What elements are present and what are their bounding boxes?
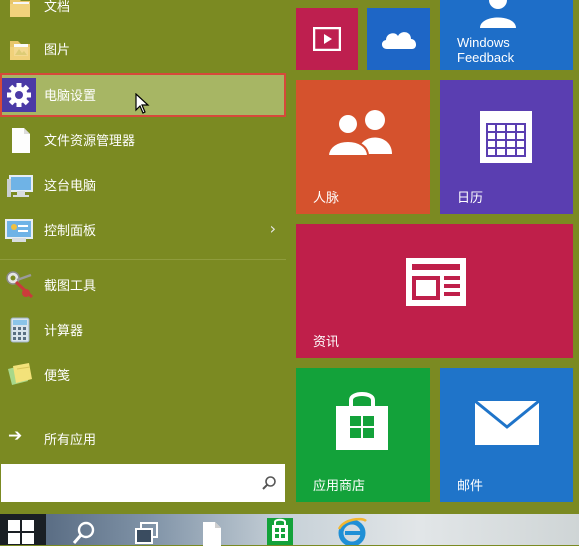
start-button[interactable]	[0, 514, 46, 545]
chevron-right-icon[interactable]: ›	[270, 219, 276, 238]
task-view-button[interactable]	[124, 515, 170, 545]
tile-label: 日历	[457, 191, 484, 206]
calculator-icon	[10, 317, 30, 343]
cloud-icon	[381, 32, 417, 49]
search-input[interactable]	[7, 472, 251, 496]
menu-item-file-explorer[interactable]: 文件资源管理器	[0, 118, 286, 162]
sticky-notes-icon	[8, 363, 32, 385]
computer-icon	[7, 175, 33, 197]
documents-folder-icon	[10, 0, 30, 17]
all-apps-button[interactable]: ➔ 所有应用	[0, 420, 286, 456]
tile-label: Windows Feedback	[457, 35, 514, 65]
menu-item-label: 截图工具	[44, 279, 97, 294]
pictures-folder-icon	[10, 41, 30, 60]
tile-calendar[interactable]: 日历	[440, 80, 573, 214]
menu-item-label: 图片	[44, 43, 71, 58]
tile-store[interactable]: 应用商店	[296, 368, 430, 502]
menu-item-label: 这台电脑	[44, 179, 97, 194]
search-box[interactable]	[1, 464, 285, 502]
menu-item-pictures[interactable]: 图片	[0, 27, 286, 71]
file-explorer-button[interactable]	[190, 515, 236, 546]
menu-item-documents[interactable]: 文档	[0, 0, 286, 28]
tile-label: 人脉	[313, 191, 340, 206]
gear-icon	[2, 78, 36, 112]
menu-item-this-pc[interactable]: 这台电脑	[0, 163, 286, 207]
menu-item-sticky-notes[interactable]: 便笺	[0, 353, 286, 397]
arrow-right-icon: ➔	[8, 426, 23, 446]
menu-item-calculator[interactable]: 计算器	[0, 308, 286, 352]
scissors-icon	[6, 271, 34, 299]
tile-video[interactable]	[296, 8, 358, 70]
video-icon	[313, 27, 341, 51]
store-button[interactable]	[258, 515, 304, 545]
menu-item-label: 便笺	[44, 369, 71, 384]
feedback-person-icon	[480, 0, 516, 28]
all-apps-label: 所有应用	[44, 433, 97, 448]
divider	[0, 259, 286, 260]
ie-icon	[337, 517, 367, 545]
tile-label-line1: Windows	[457, 35, 510, 50]
tile-onedrive[interactable]	[367, 8, 430, 70]
task-view-icon	[135, 522, 158, 544]
menu-item-snipping-tool[interactable]: 截图工具	[0, 263, 286, 307]
taskbar-search-button[interactable]	[62, 515, 108, 545]
windows-logo-icon	[8, 520, 34, 544]
search-icon[interactable]	[261, 475, 277, 491]
tile-mail[interactable]: 邮件	[440, 368, 573, 502]
tile-label: 资讯	[313, 335, 340, 350]
people-icon	[326, 110, 392, 156]
news-icon	[406, 258, 466, 306]
start-menu-left-pane: 文档 图片 电脑设置 文件资源管理器 这台电脑 控制面板 › 截图工具 计算器 …	[0, 0, 290, 514]
tile-people[interactable]: 人脉	[296, 80, 430, 214]
tile-windows-feedback[interactable]: Windows Feedback	[440, 0, 573, 70]
file-explorer-icon	[203, 522, 221, 546]
taskbar	[0, 514, 579, 546]
calendar-icon	[480, 111, 532, 163]
store-bag-icon	[336, 392, 388, 450]
menu-item-label: 电脑设置	[44, 89, 97, 104]
menu-item-label: 控制面板	[44, 224, 97, 239]
tile-news[interactable]: 资讯	[296, 224, 573, 358]
tile-label: 邮件	[457, 479, 484, 494]
envelope-icon	[474, 400, 540, 445]
mouse-cursor-icon	[135, 93, 150, 114]
menu-item-control-panel[interactable]: 控制面板 ›	[0, 208, 286, 252]
menu-item-label: 文件资源管理器	[44, 134, 136, 149]
file-icon	[12, 128, 30, 153]
store-icon	[267, 518, 293, 545]
search-icon	[72, 521, 95, 544]
tile-label: 应用商店	[313, 479, 366, 494]
menu-item-pc-settings[interactable]: 电脑设置	[0, 73, 286, 117]
internet-explorer-button[interactable]	[330, 515, 376, 545]
control-panel-icon	[5, 219, 33, 242]
menu-item-label: 文档	[44, 0, 71, 15]
menu-item-label: 计算器	[44, 324, 84, 339]
tile-label-line2: Feedback	[457, 50, 515, 65]
